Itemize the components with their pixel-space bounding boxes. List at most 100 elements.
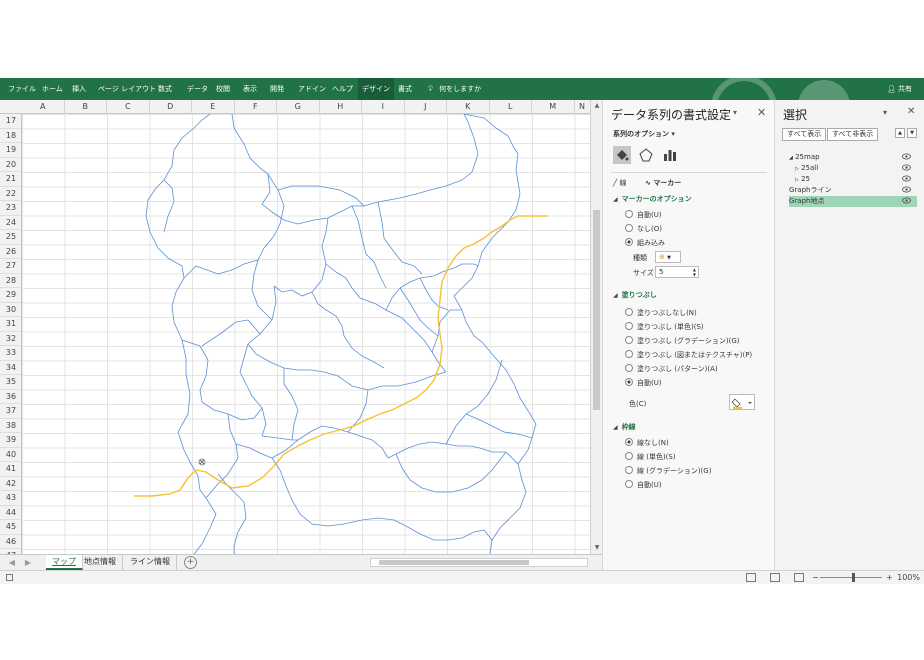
pane-options-chevron-icon[interactable]: ▾ (883, 108, 887, 117)
marker-auto-radio[interactable]: 自動(U) (625, 210, 662, 220)
fill-section[interactable]: 塗りつぶし (613, 290, 657, 300)
subtab-marker[interactable]: ∿ マーカー (645, 178, 681, 188)
border-none-radio[interactable]: 線なし(N) (625, 438, 669, 448)
prev-sheet-icon[interactable]: ◀ (6, 555, 18, 571)
column-header[interactable]: G (277, 100, 320, 114)
pane-options-chevron-icon[interactable]: ▾ (733, 108, 737, 117)
zoom-in-icon[interactable]: + (886, 571, 893, 584)
expand-arrow-icon[interactable]: ▷ (795, 166, 799, 172)
tab-design[interactable]: デザイン (358, 78, 394, 100)
zoom-slider-knob[interactable] (852, 573, 855, 582)
bring-forward-icon[interactable]: ▲ (895, 128, 905, 138)
tab-data[interactable]: データ (183, 78, 212, 100)
row-header[interactable]: 46 (0, 535, 21, 549)
column-header[interactable]: M (532, 100, 575, 114)
row-header[interactable]: 19 (0, 143, 21, 158)
page-break-view-icon[interactable] (794, 573, 804, 582)
row-header[interactable]: 39 (0, 433, 21, 448)
series-options-dropdown[interactable]: 系列のオプション ▾ (613, 129, 675, 139)
row-header[interactable]: 32 (0, 332, 21, 346)
zoom-out-icon[interactable]: − (812, 571, 819, 584)
column-header[interactable]: L (490, 100, 532, 114)
selection-item-25[interactable]: ▷ 25 (795, 174, 917, 185)
tab-home[interactable]: ホーム (38, 78, 67, 100)
tell-me-box[interactable]: 💡︎ 何をしますか (424, 78, 485, 100)
row-header[interactable]: 42 (0, 477, 21, 491)
hide-all-button[interactable]: すべて非表示 (827, 128, 879, 141)
hscroll-thumb[interactable] (379, 560, 529, 565)
tab-addins[interactable]: アドイン (294, 78, 330, 100)
series-options-icon[interactable] (661, 146, 679, 164)
selection-item-25map[interactable]: ◢ 25map (789, 152, 917, 163)
send-backward-icon[interactable]: ▼ (907, 128, 917, 138)
zoom-level[interactable]: 100% (897, 571, 920, 584)
row-header[interactable]: 25 (0, 230, 21, 245)
marker-none-radio[interactable]: なし(O) (625, 224, 662, 234)
add-sheet-button[interactable]: + (184, 556, 197, 569)
fill-pattern-radio[interactable]: 塗りつぶし (パターン)(A) (625, 364, 718, 374)
share-button[interactable]: 👤︎ 共有 (887, 78, 912, 100)
selection-item-graph-point[interactable]: Graph地点 (789, 196, 917, 207)
border-solid-radio[interactable]: 線 (単色)(S) (625, 452, 676, 462)
column-header[interactable]: E (192, 100, 235, 114)
page-layout-view-icon[interactable] (770, 573, 780, 582)
map-chart[interactable] (22, 114, 590, 554)
column-header[interactable]: A (22, 100, 65, 114)
column-header[interactable]: B (65, 100, 107, 114)
tab-formulas[interactable]: 数式 (154, 78, 176, 100)
row-header[interactable]: 20 (0, 158, 21, 172)
row-header[interactable]: 35 (0, 375, 21, 390)
column-header[interactable]: N (575, 100, 591, 114)
border-auto-radio[interactable]: 自動(U) (625, 480, 662, 490)
fill-line-icon[interactable] (613, 146, 631, 164)
fill-solid-radio[interactable]: 塗りつぶし (単色)(S) (625, 322, 704, 332)
row-header[interactable]: 44 (0, 506, 21, 520)
border-section[interactable]: 枠線 (613, 422, 636, 432)
column-header[interactable]: H (320, 100, 362, 114)
show-all-button[interactable]: すべて表示 (782, 128, 827, 141)
next-sheet-icon[interactable]: ▶ (22, 555, 34, 571)
row-header[interactable]: 24 (0, 216, 21, 230)
row-header[interactable]: 37 (0, 404, 21, 419)
column-header[interactable]: I (362, 100, 405, 114)
row-header[interactable]: 33 (0, 346, 21, 361)
row-header[interactable]: 23 (0, 201, 21, 216)
row-header[interactable]: 38 (0, 419, 21, 433)
fill-auto-radio[interactable]: 自動(U) (625, 378, 662, 388)
row-header[interactable]: 40 (0, 448, 21, 462)
scroll-down-icon[interactable]: ▼ (592, 543, 602, 553)
row-header[interactable]: 18 (0, 129, 21, 143)
row-header[interactable]: 26 (0, 245, 21, 259)
column-header[interactable]: J (405, 100, 447, 114)
row-header[interactable]: 27 (0, 259, 21, 274)
fill-picture-radio[interactable]: 塗りつぶし (図またはテクスチャ)(P) (625, 350, 752, 360)
row-header[interactable]: 22 (0, 187, 21, 201)
row-header[interactable]: 21 (0, 172, 21, 187)
column-header[interactable]: D (150, 100, 192, 114)
sheet-tab-lines[interactable]: ライン情報 (124, 555, 177, 570)
row-header[interactable]: 43 (0, 491, 21, 506)
normal-view-icon[interactable] (746, 573, 756, 582)
row-header[interactable]: 34 (0, 361, 21, 375)
row-header[interactable]: 28 (0, 274, 21, 288)
row-header[interactable]: 17 (0, 114, 21, 129)
tab-view[interactable]: 表示 (239, 78, 261, 100)
tab-format[interactable]: 書式 (394, 78, 416, 100)
close-icon[interactable]: ✕ (757, 106, 766, 119)
column-header[interactable]: K (447, 100, 490, 114)
tab-insert[interactable]: 挿入 (68, 78, 90, 100)
row-header[interactable]: 45 (0, 520, 21, 535)
fill-color-picker[interactable] (729, 394, 755, 410)
row-header[interactable]: 30 (0, 303, 21, 317)
worksheet-grid[interactable] (22, 114, 590, 554)
macro-record-icon[interactable] (6, 574, 13, 581)
row-header[interactable]: 36 (0, 390, 21, 404)
border-gradient-radio[interactable]: 線 (グラデーション)(G) (625, 466, 711, 476)
tab-page-layout[interactable]: ページ レイアウト (94, 78, 160, 100)
sheet-vertical-scrollbar[interactable]: ▲ ▼ (590, 100, 602, 554)
selection-item-25all[interactable]: ▷ 25all (795, 163, 917, 174)
row-header[interactable]: 41 (0, 462, 21, 477)
marker-builtin-radio[interactable]: 組み込み (625, 238, 665, 248)
sheet-tab-points[interactable]: 地点情報 (78, 555, 123, 570)
expand-arrow-icon[interactable]: ▷ (795, 177, 799, 183)
